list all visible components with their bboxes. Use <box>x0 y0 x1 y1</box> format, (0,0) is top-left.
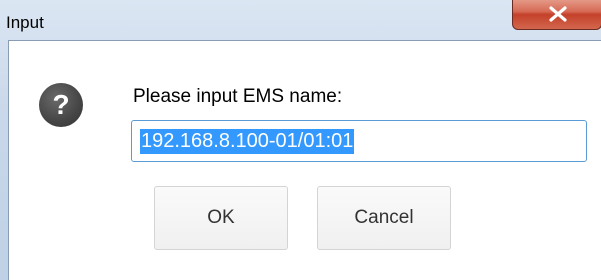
input-dialog-window: Input ? Please input EMS name: 192.168.8… <box>0 0 601 280</box>
ems-name-input-value: 192.168.8.100-01/01:01 <box>140 129 355 154</box>
ems-name-input[interactable]: 192.168.8.100-01/01:01 <box>131 120 587 162</box>
dialog-content: ? Please input EMS name: 192.168.8.100-0… <box>8 40 601 280</box>
ok-button[interactable]: OK <box>154 186 288 250</box>
close-button[interactable] <box>512 0 601 30</box>
window-title: Input <box>6 13 44 32</box>
close-x-icon <box>549 6 567 22</box>
prompt-label: Please input EMS name: <box>133 86 343 107</box>
question-icon: ? <box>39 83 83 127</box>
cancel-button[interactable]: Cancel <box>317 186 451 250</box>
title-bar[interactable]: Input <box>0 0 601 40</box>
